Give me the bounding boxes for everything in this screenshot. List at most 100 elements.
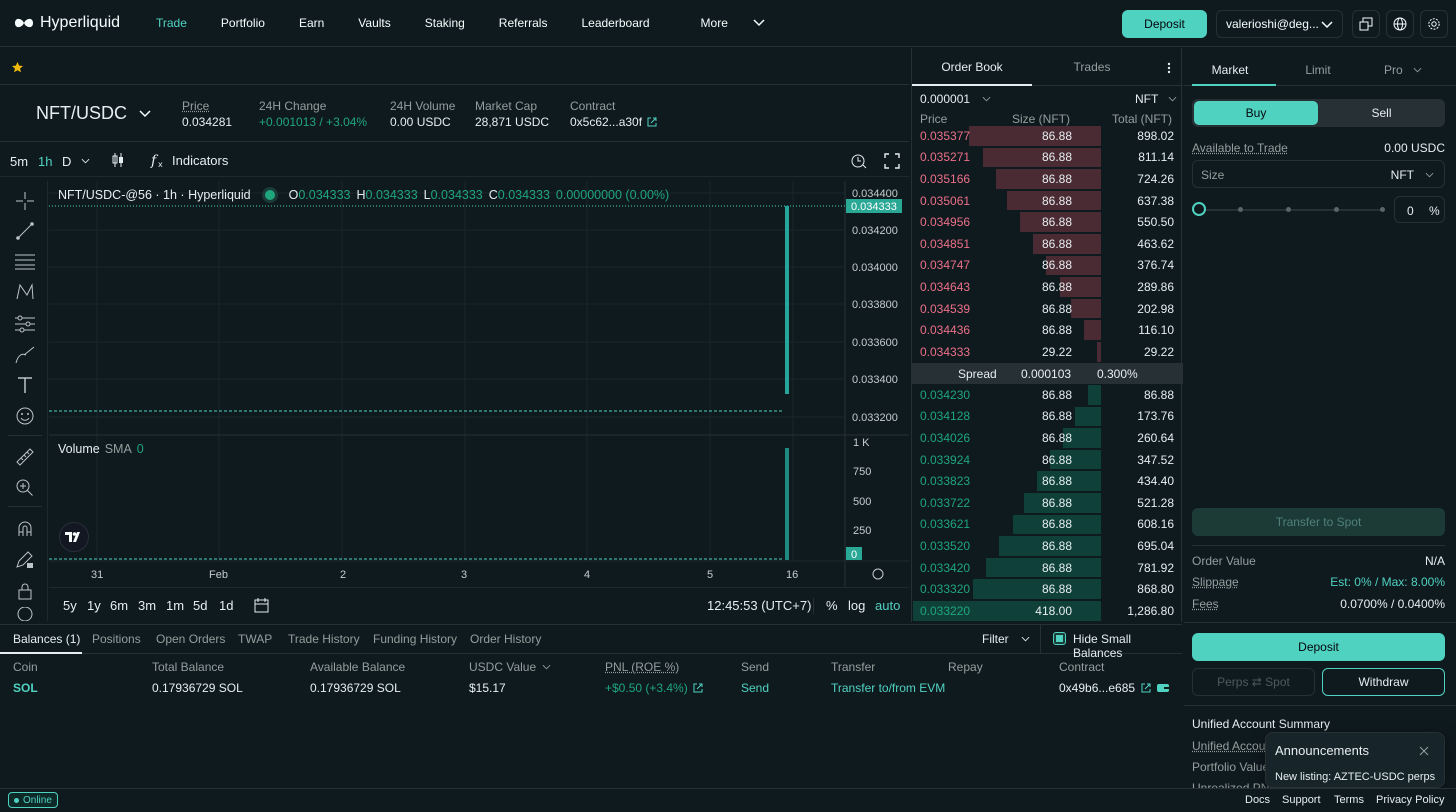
account-dropdown[interactable]: valerioshi@deg... [1216,10,1343,38]
brush-tool[interactable] [12,343,38,367]
ask-row[interactable]: 0.034539 86.88 202.98 [912,298,1183,320]
interval-1h[interactable]: 1h [38,154,52,169]
fullscreen-icon[interactable] [884,153,900,169]
ask-row[interactable]: 0.034956 86.88 550.50 [912,211,1183,233]
size-input[interactable]: Size NFT [1192,160,1445,188]
hide-small-checkbox[interactable] [1053,632,1066,645]
range-1y[interactable]: 1y [87,598,101,613]
nav-vaults[interactable]: Vaults [341,16,407,30]
tab-balances[interactable]: Balances (1) [13,632,80,646]
range-1m[interactable]: 1m [166,598,184,613]
nav-staking[interactable]: Staking [408,16,482,30]
emoji-tool[interactable] [12,404,38,428]
sell-toggle[interactable]: Sell [1320,101,1443,125]
fib-tool[interactable] [12,250,38,274]
range-5d[interactable]: 5d [193,598,207,613]
perps-spot-button[interactable]: Perps ⇄ Spot [1192,668,1315,696]
tab-trade-history[interactable]: Trade History [288,632,360,646]
lock-drawing-tool[interactable] [12,548,38,572]
percent-scale-toggle[interactable]: % [826,598,838,613]
text-tool[interactable] [12,373,38,397]
buy-toggle[interactable]: Buy [1194,101,1318,125]
range-6m[interactable]: 6m [110,598,128,613]
bid-row[interactable]: 0.033621 86.88 608.16 [912,514,1183,536]
prediction-tool[interactable] [12,312,38,336]
ask-row[interactable]: 0.034333 29.22 29.22 [912,341,1183,363]
chart-area[interactable]: 0.034400 0.034200 0.034000 0.033800 0.033600… [49,181,909,621]
percent-input[interactable]: 0 % [1394,196,1445,223]
cell-coin[interactable]: SOL [13,681,38,695]
tab-order-history[interactable]: Order History [470,632,541,646]
ask-row[interactable]: 0.035166 86.88 724.26 [912,168,1183,190]
nav-referrals[interactable]: Referrals [482,16,565,30]
bid-row[interactable]: 0.034026 86.88 260.64 [912,427,1183,449]
crosshair-tool[interactable] [12,189,38,213]
indicators-button[interactable]: f x Indicators [150,152,228,169]
transfer-to-spot-button[interactable]: Transfer to Spot [1192,508,1445,536]
tab-positions[interactable]: Positions [92,632,141,646]
ask-row[interactable]: 0.035377 86.88 898.02 [912,125,1183,147]
cell-contract[interactable]: 0x49b6...e685 [1059,681,1170,695]
tab-funding-history[interactable]: Funding History [373,632,457,646]
lock-tool[interactable] [12,579,38,603]
deposit-button[interactable]: Deposit [1122,10,1207,38]
ask-row[interactable]: 0.034643 86.88 289.86 [912,276,1183,298]
ask-row[interactable]: 0.034436 86.88 116.10 [912,319,1183,341]
tab-open-orders[interactable]: Open Orders [156,632,225,646]
announcement-popup[interactable]: Announcements New listing: AZTEC-USDC pe… [1265,732,1445,788]
tab-pro[interactable]: Pro [1384,63,1422,77]
chevron-down-icon[interactable] [1425,172,1434,178]
bid-row[interactable]: 0.033823 86.88 434.40 [912,470,1183,492]
ask-row[interactable]: 0.035061 86.88 637.38 [912,190,1183,212]
send-link[interactable]: Send [741,681,769,695]
bid-row[interactable]: 0.033420 86.88 781.92 [912,557,1183,579]
trendline-tool[interactable] [12,219,38,243]
bid-row[interactable]: 0.034230 86.88 86.88 [912,384,1183,406]
auto-scale-toggle[interactable]: auto [875,598,900,613]
footer-terms[interactable]: Terms [1334,794,1364,806]
bid-row[interactable]: 0.034128 86.88 173.76 [912,406,1183,428]
tab-twap[interactable]: TWAP [238,632,272,646]
range-1d[interactable]: 1d [219,598,233,613]
multi-window-button[interactable] [1352,10,1380,38]
cell-pnl[interactable]: +$0.50 (+3.4%) [605,681,703,695]
nav-earn[interactable]: Earn [282,16,341,30]
close-icon[interactable] [1419,746,1429,756]
footer-docs[interactable]: Docs [1245,794,1270,806]
contract-link[interactable]: 0x5c62...a30f [570,115,657,129]
tradingview-logo[interactable] [59,522,89,552]
magnet-tool[interactable] [12,517,38,541]
transfer-evm-link[interactable]: Transfer to/from EVM [831,681,945,695]
bid-row[interactable]: 0.033220 418.00 1,286.80 [912,600,1183,622]
tab-market[interactable]: Market [1184,63,1276,77]
bid-row[interactable]: 0.033722 86.88 521.28 [912,492,1183,514]
panel-deposit-button[interactable]: Deposit [1192,633,1445,661]
settings-button[interactable] [1420,10,1448,38]
hide-small-label[interactable]: Hide Small Balances [1073,632,1182,660]
tab-order-book[interactable]: Order Book [912,60,1032,74]
chart-clock[interactable]: 12:45:53 (UTC+7) [707,598,811,613]
bid-row[interactable]: 0.033924 86.88 347.52 [912,449,1183,471]
chevron-down-icon[interactable] [81,158,90,164]
size-unit[interactable]: NFT [1391,168,1414,182]
range-3m[interactable]: 3m [138,598,156,613]
footer-privacy[interactable]: Privacy Policy [1376,794,1444,806]
interval-d[interactable]: D [62,154,71,169]
ask-row[interactable]: 0.034747 86.88 376.74 [912,255,1183,277]
pair-selector[interactable]: NFT/USDC [36,103,151,124]
logo[interactable]: Hyperliquid [14,14,139,32]
bid-row[interactable]: 0.033520 86.88 695.04 [912,535,1183,557]
alarm-clock-icon[interactable] [850,152,868,170]
col-usdc-value[interactable]: USDC Value [469,660,551,674]
nav-trade[interactable]: Trade [139,16,204,30]
star-icon[interactable] [12,62,23,73]
bid-row[interactable]: 0.033320 86.88 868.80 [912,578,1183,600]
unit-select[interactable]: NFT [1135,92,1177,106]
ask-row[interactable]: 0.034851 86.88 463.62 [912,233,1183,255]
nav-more[interactable]: More [667,16,782,30]
calendar-range-icon[interactable] [253,597,270,613]
log-scale-toggle[interactable]: log [848,598,865,613]
tick-size-select[interactable]: 0.000001 [920,92,991,106]
hide-tool[interactable] [12,607,38,621]
footer-support[interactable]: Support [1282,794,1321,806]
